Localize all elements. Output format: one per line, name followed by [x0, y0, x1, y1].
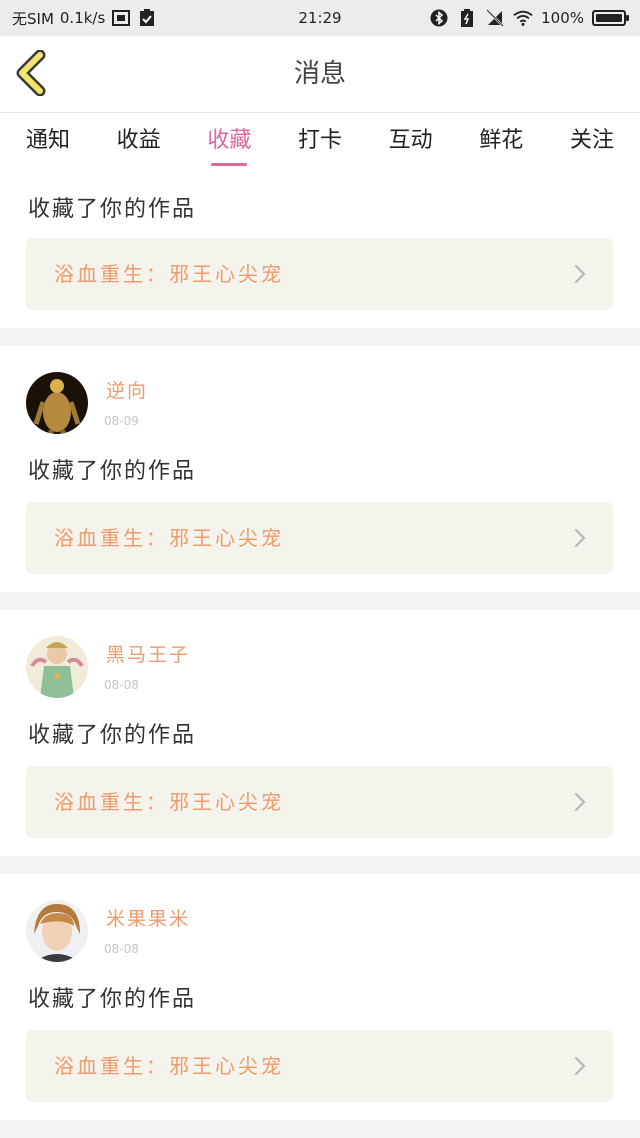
action-text: 收藏了你的作品 — [28, 459, 197, 484]
battery-percent: 100% — [541, 9, 584, 27]
network-speed: 0.1k/s — [59, 9, 106, 27]
tab-earnings[interactable]: 收益 — [117, 113, 161, 171]
avatar[interactable] — [26, 636, 88, 698]
wifi-icon — [513, 8, 533, 28]
work-title: 浴血重生：邪王心尖宠 — [54, 790, 284, 814]
work-link[interactable]: 浴血重生：邪王心尖宠 — [26, 238, 613, 310]
carrier-label: 无SIM — [12, 9, 54, 28]
avatar[interactable] — [26, 900, 88, 962]
date-label: 08-09 — [104, 414, 139, 428]
user-name[interactable]: 逆向 — [106, 376, 148, 403]
tab-bar: 通知 收益 收藏 打卡 互动 鲜花 关注 — [0, 113, 640, 171]
list-item: 收藏了你的作品 浴血重生：邪王心尖宠 — [0, 171, 640, 328]
avatar[interactable] — [26, 372, 88, 434]
back-button[interactable] — [14, 49, 54, 97]
tab-follows[interactable]: 关注 — [570, 113, 614, 171]
tab-checkin[interactable]: 打卡 — [298, 113, 342, 171]
user-row: 黑马王子 08-08 — [26, 636, 526, 698]
work-link[interactable]: 浴血重生：邪王心尖宠 — [26, 1030, 613, 1102]
battery-saver-icon — [457, 8, 477, 28]
avatar-image — [26, 900, 88, 962]
action-text: 收藏了你的作品 — [28, 723, 197, 748]
work-link[interactable]: 浴血重生：邪王心尖宠 — [26, 766, 613, 838]
date-label: 08-08 — [104, 678, 139, 692]
status-bar: 无SIM 0.1k/s 21:29 100% — [0, 0, 640, 36]
date-label: 08-08 — [104, 942, 139, 956]
bluetooth-icon — [429, 8, 449, 28]
message-feed: 收藏了你的作品 浴血重生：邪王心尖宠 逆向 08-09 收藏了你的作品 浴血重生 — [0, 171, 640, 1138]
chevron-right-icon — [575, 265, 586, 283]
work-link[interactable]: 浴血重生：邪王心尖宠 — [26, 502, 613, 574]
work-title: 浴血重生：邪王心尖宠 — [54, 262, 284, 286]
list-item: 黑马王子 08-08 收藏了你的作品 浴血重生：邪王心尖宠 — [0, 610, 640, 856]
action-text: 收藏了你的作品 — [28, 197, 197, 222]
back-arrow-icon — [16, 49, 46, 97]
work-title: 浴血重生：邪王心尖宠 — [54, 1054, 284, 1078]
user-row: 米果果米 08-08 — [26, 900, 526, 962]
user-name[interactable]: 黑马王子 — [106, 640, 190, 667]
divider — [0, 856, 640, 874]
user-name[interactable]: 米果果米 — [106, 904, 190, 931]
divider — [0, 1120, 640, 1138]
user-row: 逆向 08-09 — [26, 372, 526, 434]
tab-interactions[interactable]: 互动 — [389, 113, 433, 171]
chevron-right-icon — [575, 793, 586, 811]
tab-flowers[interactable]: 鲜花 — [479, 113, 523, 171]
list-item: 逆向 08-09 收藏了你的作品 浴血重生：邪王心尖宠 — [0, 346, 640, 592]
signal-off-icon — [485, 8, 505, 28]
status-right: 100% — [429, 8, 640, 28]
clipboard-check-icon — [137, 8, 157, 28]
tab-notifications[interactable]: 通知 — [26, 113, 70, 171]
work-title: 浴血重生：邪王心尖宠 — [54, 526, 284, 550]
tab-favorites[interactable]: 收藏 — [207, 113, 251, 171]
avatar-image — [26, 372, 88, 434]
page-title: 消息 — [293, 59, 346, 89]
battery-icon — [592, 10, 629, 26]
action-text: 收藏了你的作品 — [28, 987, 197, 1012]
avatar-image — [26, 636, 88, 698]
screenshot-icon — [111, 8, 131, 28]
header-bar: 消息 — [0, 36, 640, 113]
divider — [0, 592, 640, 610]
chevron-right-icon — [575, 529, 586, 547]
chevron-right-icon — [575, 1057, 586, 1075]
divider — [0, 328, 640, 346]
list-item: 米果果米 08-08 收藏了你的作品 浴血重生：邪王心尖宠 — [0, 874, 640, 1120]
status-left: 无SIM 0.1k/s — [0, 8, 157, 29]
